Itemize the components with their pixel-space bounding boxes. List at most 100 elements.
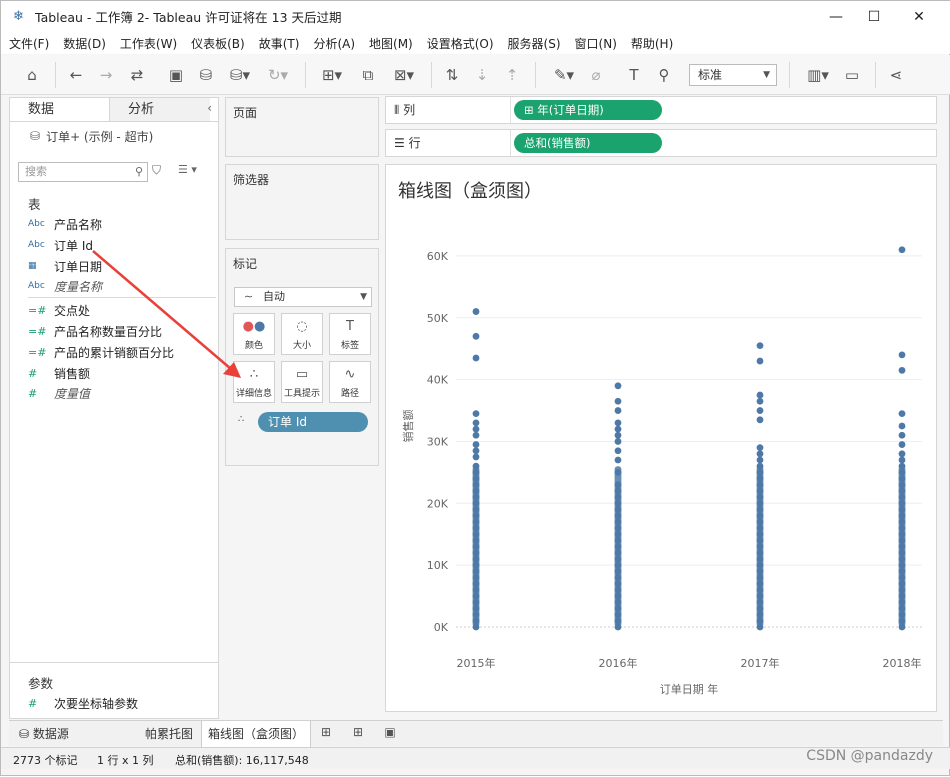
- new-worksheet-tab-icon[interactable]: ⊞: [315, 725, 337, 743]
- data-point: [472, 332, 480, 340]
- rows-shelf: ☰ 行 总和(销售额): [385, 129, 937, 157]
- field-measure-names[interactable]: Abc 度量名称: [28, 276, 102, 296]
- label-button[interactable]: T 标签: [329, 313, 371, 355]
- home-icon[interactable]: ⌂: [21, 63, 43, 87]
- show-me-icon[interactable]: ▥▾: [801, 63, 835, 87]
- field-product-count-pct[interactable]: =# 产品名称数量百分比: [28, 321, 162, 341]
- show-labels-icon[interactable]: T: [623, 63, 645, 87]
- data-pane-tabs: 数据 分析 ‹: [10, 98, 218, 122]
- data-point: [472, 447, 480, 455]
- pages-card[interactable]: 页面: [225, 97, 379, 157]
- order-id-detail-pill[interactable]: 订单 Id: [258, 412, 368, 432]
- sort-descending-icon[interactable]: ⇡: [501, 63, 523, 87]
- field-product-name[interactable]: Abc 产品名称: [28, 214, 102, 234]
- data-point: [472, 354, 480, 362]
- group-icon[interactable]: ⌀: [585, 63, 607, 87]
- tab-data[interactable]: 数据: [10, 98, 110, 121]
- detail-button[interactable]: ∴ 详细信息: [233, 361, 275, 403]
- y-tick-label: 10K: [427, 559, 449, 572]
- share-icon[interactable]: ⋖: [885, 63, 907, 87]
- dimension-measure-divider: [28, 297, 216, 298]
- sum-sales-pill[interactable]: 总和(销售额): [514, 133, 662, 153]
- menu-story[interactable]: 故事(T): [259, 35, 300, 52]
- datasource-tab-label: 数据源: [32, 727, 69, 741]
- menu-map[interactable]: 地图(M): [369, 35, 413, 52]
- duplicate-sheet-icon[interactable]: ⧉: [357, 63, 379, 87]
- collapse-pane-icon[interactable]: ‹: [207, 101, 212, 115]
- menu-window[interactable]: 窗口(N): [575, 35, 617, 52]
- columns-pill-label: 年(订单日期): [537, 103, 604, 117]
- undo-icon[interactable]: ←: [65, 63, 87, 87]
- field-measure-values[interactable]: # 度量值: [28, 383, 90, 403]
- presentation-mode-icon[interactable]: ▭: [841, 63, 863, 87]
- field-search-input[interactable]: 搜索 ⚲: [18, 162, 148, 182]
- filters-card[interactable]: 筛选器: [225, 164, 379, 240]
- watermark: CSDN @pandazdy: [806, 748, 933, 764]
- y-axis-label: 销售额: [401, 410, 415, 443]
- menu-dashboard[interactable]: 仪表板(B): [191, 35, 245, 52]
- refresh-icon[interactable]: ↻▾: [263, 63, 293, 87]
- field-label: 交点处: [54, 303, 91, 318]
- size-icon: ◌: [296, 319, 308, 334]
- pages-title: 页面: [233, 106, 258, 120]
- data-point: [614, 438, 622, 445]
- fit-select[interactable]: 标准 ▼: [689, 64, 777, 86]
- close-button[interactable]: ✕: [896, 1, 942, 32]
- data-point: [756, 456, 764, 464]
- color-button[interactable]: ●● 颜色: [233, 313, 275, 355]
- new-story-tab-icon[interactable]: ▣: [379, 725, 401, 743]
- dense-point-column: [614, 466, 622, 627]
- menu-data[interactable]: 数据(D): [63, 35, 106, 52]
- menu-server[interactable]: 服务器(S): [508, 35, 561, 52]
- data-point: [614, 456, 622, 464]
- data-point: [898, 246, 906, 254]
- toolbar-divider: [535, 62, 536, 88]
- fix-axes-icon[interactable]: ⚲: [653, 63, 675, 87]
- scatter-chart[interactable]: 0K 10K 20K 30K 40K 50K 60K 销售额 2015年 2016年 2017年 20…: [386, 165, 938, 713]
- field-sales[interactable]: # 销售额: [28, 363, 90, 383]
- highlight-icon[interactable]: ✎▾: [547, 63, 581, 87]
- path-label: 路径: [340, 389, 359, 399]
- param-secondary-axis[interactable]: # 次要坐标轴参数: [28, 693, 138, 713]
- clear-sheet-icon[interactable]: ⊠▾: [387, 63, 421, 87]
- toolbar-divider: [875, 62, 876, 88]
- field-cumulative-sales-pct[interactable]: =# 产品的累计销额百分比: [28, 342, 174, 362]
- field-label: 产品的累计销额百分比: [54, 345, 175, 360]
- datasource-item[interactable]: ⛁ 订单+ (示例 - 超市): [10, 122, 218, 150]
- pause-datasource-icon[interactable]: ⛁▾: [225, 63, 255, 87]
- field-order-id[interactable]: Abc 订单 Id: [28, 235, 93, 255]
- mark-type-select[interactable]: ∼ 自动 ▼: [234, 287, 372, 307]
- string-type-icon: Abc: [28, 219, 45, 229]
- path-button[interactable]: ∿ 路径: [329, 361, 371, 403]
- field-intersection[interactable]: =# 交点处: [28, 300, 90, 320]
- menu-help[interactable]: 帮助(H): [631, 35, 673, 52]
- menu-format[interactable]: 设置格式(O): [427, 35, 494, 52]
- new-dashboard-tab-icon[interactable]: ⊞: [347, 725, 369, 743]
- swap-rows-columns-icon[interactable]: ⇅: [441, 63, 463, 87]
- view-options-icon[interactable]: ☰ ▾: [178, 163, 197, 176]
- sort-ascending-icon[interactable]: ⇣: [471, 63, 493, 87]
- swap-icon[interactable]: ⇄: [123, 63, 151, 87]
- year-order-date-pill[interactable]: ⊞ 年(订单日期): [514, 100, 662, 120]
- filter-icon[interactable]: ⛉: [152, 163, 161, 178]
- data-point: [756, 407, 764, 414]
- field-order-date[interactable]: ▦ 订单日期: [28, 256, 102, 276]
- y-tick-label: 0K: [434, 621, 449, 634]
- sheet-tab-pareto[interactable]: 帕累托图: [139, 721, 199, 747]
- new-datasource-icon[interactable]: ⛁: [195, 63, 217, 87]
- menu-analysis[interactable]: 分析(A): [313, 35, 355, 52]
- menu-file[interactable]: 文件(F): [9, 35, 49, 52]
- tooltip-button[interactable]: ▭ 工具提示: [281, 361, 323, 403]
- datasource-tab[interactable]: ⛁ 数据源: [13, 721, 75, 747]
- x-tick-label: 2016年: [599, 656, 638, 670]
- new-worksheet-icon[interactable]: ⊞▾: [315, 63, 349, 87]
- size-button[interactable]: ◌ 大小: [281, 313, 323, 355]
- param-label: 次要坐标轴参数: [54, 696, 139, 711]
- maximize-button[interactable]: ☐: [851, 1, 897, 32]
- menu-worksheet[interactable]: 工作表(W): [120, 35, 177, 52]
- tab-analysis[interactable]: 分析: [110, 98, 210, 121]
- sheet-tab-boxplot[interactable]: 箱线图（盒须图）: [201, 721, 312, 747]
- field-label: 销售额: [54, 366, 91, 381]
- save-icon[interactable]: ▣: [165, 63, 187, 87]
- redo-icon[interactable]: →: [95, 63, 117, 87]
